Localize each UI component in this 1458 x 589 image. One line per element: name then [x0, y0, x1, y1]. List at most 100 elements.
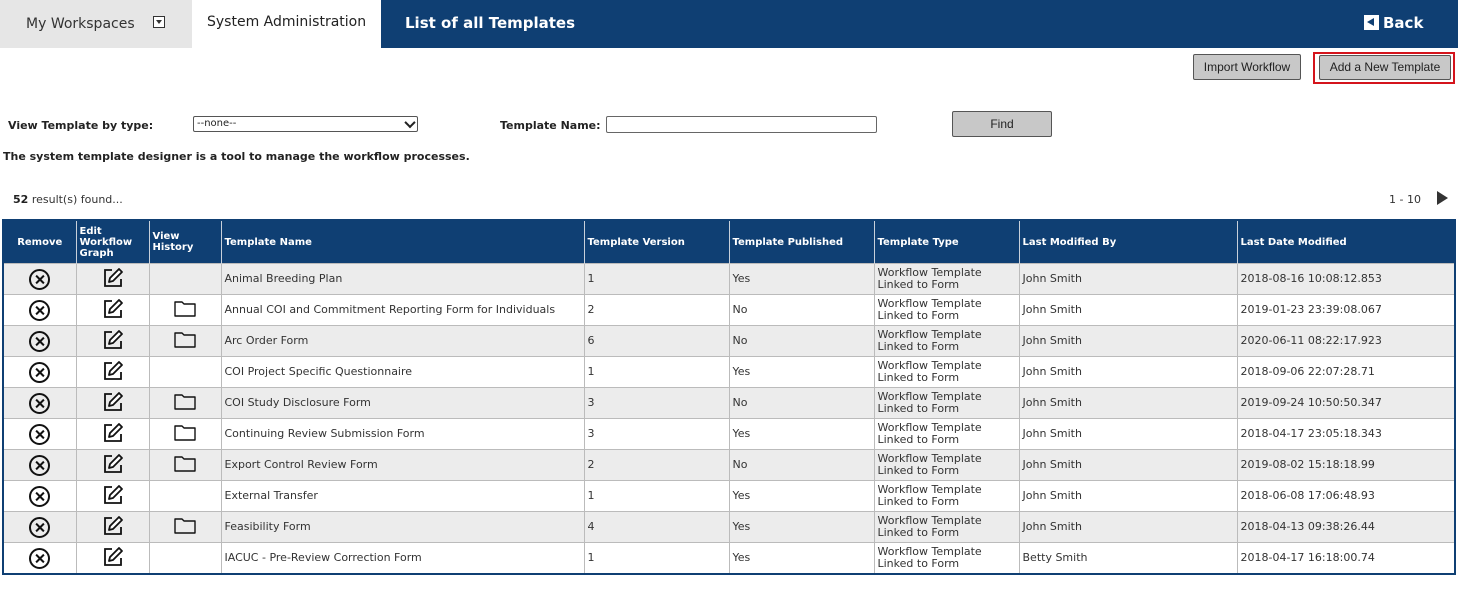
col-header-view-history: View History [149, 220, 222, 264]
edit-icon[interactable] [102, 546, 124, 571]
template-name-cell[interactable]: Annual COI and Commitment Reporting Form… [221, 294, 585, 326]
back-button[interactable]: Back [1364, 14, 1423, 32]
col-header-last-date-modified[interactable]: Last Date Modified [1237, 220, 1456, 264]
remove-icon[interactable] [29, 299, 51, 321]
col-header-remove: Remove [3, 220, 77, 264]
col-header-edit-graph: Edit Workflow Graph [76, 220, 150, 264]
table-row: COI Project Specific Questionnaire 1 Yes Wo… [3, 356, 1456, 388]
last-modified-by-cell: John Smith [1019, 480, 1238, 512]
remove-icon[interactable] [29, 392, 51, 414]
table-row: COI Study Disclosure Form 3 No Workflow Tem… [3, 387, 1456, 419]
last-date-modified-cell: 2019-09-24 10:50:50.347 [1237, 387, 1456, 419]
page-title: List of all Templates [405, 14, 576, 32]
template-name-cell[interactable]: Animal Breeding Plan [221, 263, 585, 295]
tab-my-workspaces[interactable]: My Workspaces [0, 0, 192, 48]
edit-cell [76, 480, 150, 512]
folder-icon[interactable] [174, 424, 196, 444]
template-type-cell: Workflow Template Linked to Form [874, 449, 1020, 481]
template-version-cell: 1 [584, 480, 730, 512]
col-header-last-modified-by[interactable]: Last Modified By [1019, 220, 1238, 264]
edit-cell [76, 418, 150, 450]
find-button[interactable]: Find [952, 111, 1052, 137]
template-name-cell[interactable]: Feasibility Form [221, 511, 585, 543]
last-date-modified-cell: 2018-04-17 23:05:18.343 [1237, 418, 1456, 450]
edit-icon[interactable] [102, 298, 124, 323]
last-date-modified-cell: 2018-04-13 09:38:26.44 [1237, 511, 1456, 543]
last-modified-by-cell: John Smith [1019, 387, 1238, 419]
edit-icon[interactable] [102, 360, 124, 385]
history-cell [149, 294, 222, 326]
template-version-cell: 3 [584, 387, 730, 419]
import-workflow-button[interactable]: Import Workflow [1193, 54, 1301, 80]
folder-icon[interactable] [174, 331, 196, 351]
remove-cell [3, 356, 77, 388]
template-name-cell[interactable]: IACUC - Pre-Review Correction Form [221, 542, 585, 574]
remove-icon[interactable] [29, 454, 51, 476]
folder-icon[interactable] [174, 517, 196, 537]
folder-icon[interactable] [174, 393, 196, 413]
folder-icon[interactable] [174, 455, 196, 475]
template-published-cell: No [729, 387, 875, 419]
template-type-cell: Workflow Template Linked to Form [874, 356, 1020, 388]
dropdown-arrow-icon[interactable] [153, 16, 165, 28]
template-name-cell[interactable]: COI Study Disclosure Form [221, 387, 585, 419]
remove-cell [3, 418, 77, 450]
template-name-cell[interactable]: Arc Order Form [221, 325, 585, 357]
table-row: Annual COI and Commitment Reporting Form… [3, 294, 1456, 326]
remove-icon[interactable] [29, 361, 51, 383]
last-modified-by-cell: John Smith [1019, 418, 1238, 450]
last-date-modified-cell: 2018-06-08 17:06:48.93 [1237, 480, 1456, 512]
remove-cell [3, 263, 77, 295]
template-published-cell: No [729, 449, 875, 481]
chevron-down-icon [404, 116, 416, 129]
tab-system-administration[interactable]: System Administration [192, 0, 381, 48]
remove-cell [3, 511, 77, 543]
folder-icon[interactable] [174, 300, 196, 320]
last-modified-by-cell: John Smith [1019, 263, 1238, 295]
remove-icon[interactable] [29, 547, 51, 569]
remove-icon[interactable] [29, 268, 51, 290]
last-modified-by-cell: John Smith [1019, 356, 1238, 388]
edit-cell [76, 449, 150, 481]
remove-cell [3, 449, 77, 481]
back-arrow-icon [1364, 15, 1379, 30]
template-published-cell: No [729, 294, 875, 326]
template-name-input[interactable] [606, 116, 877, 133]
template-type-cell: Workflow Template Linked to Form [874, 294, 1020, 326]
col-header-template-version[interactable]: Template Version [584, 220, 730, 264]
edit-icon[interactable] [102, 484, 124, 509]
remove-icon[interactable] [29, 516, 51, 538]
template-name-cell[interactable]: Continuing Review Submission Form [221, 418, 585, 450]
edit-icon[interactable] [102, 267, 124, 292]
edit-icon[interactable] [102, 391, 124, 416]
col-header-template-published[interactable]: Template Published [729, 220, 875, 264]
edit-icon[interactable] [102, 515, 124, 540]
history-cell [149, 325, 222, 357]
template-type-cell: Workflow Template Linked to Form [874, 387, 1020, 419]
edit-icon[interactable] [102, 453, 124, 478]
table-row: Arc Order Form 6 No Workflow Template Linke… [3, 325, 1456, 357]
last-date-modified-cell: 2018-04-17 16:18:00.74 [1237, 542, 1456, 574]
template-name-cell[interactable]: COI Project Specific Questionnaire [221, 356, 585, 388]
template-version-cell: 3 [584, 418, 730, 450]
type-filter-label: View Template by type: [8, 119, 154, 132]
col-header-template-type[interactable]: Template Type [874, 220, 1020, 264]
add-new-template-button[interactable]: Add a New Template [1319, 55, 1451, 80]
template-published-cell: Yes [729, 418, 875, 450]
template-version-cell: 1 [584, 542, 730, 574]
template-name-cell[interactable]: External Transfer [221, 480, 585, 512]
last-date-modified-cell: 2018-09-06 22:07:28.71 [1237, 356, 1456, 388]
remove-icon[interactable] [29, 423, 51, 445]
remove-icon[interactable] [29, 485, 51, 507]
results-suffix: result(s) found... [31, 193, 123, 206]
history-cell [149, 418, 222, 450]
remove-icon[interactable] [29, 330, 51, 352]
edit-icon[interactable] [102, 422, 124, 447]
template-type-select[interactable]: --none-- [193, 116, 418, 132]
remove-cell [3, 480, 77, 512]
edit-icon[interactable] [102, 329, 124, 354]
remove-cell [3, 325, 77, 357]
next-page-icon[interactable] [1437, 191, 1448, 205]
template-name-cell[interactable]: Export Control Review Form [221, 449, 585, 481]
col-header-template-name[interactable]: Template Name [221, 220, 585, 264]
